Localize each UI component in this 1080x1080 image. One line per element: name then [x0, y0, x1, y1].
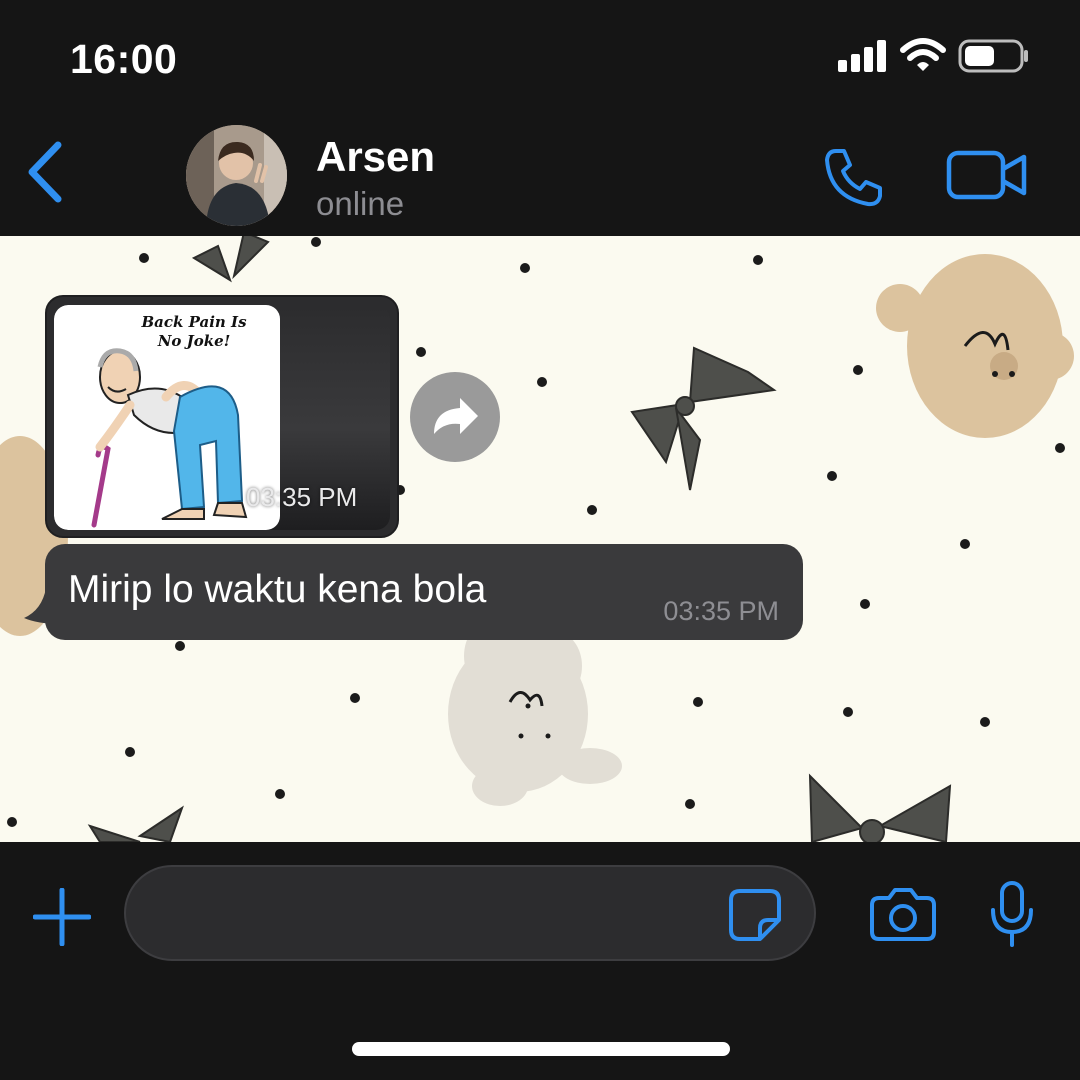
input-bar — [0, 842, 1080, 1080]
microphone-icon[interactable] — [988, 880, 1036, 948]
home-indicator[interactable] — [352, 1042, 730, 1056]
chat-header: Arsen online — [0, 115, 1080, 236]
status-bar: 16:00 — [0, 0, 1080, 115]
camera-icon[interactable] — [869, 886, 937, 942]
chat-area: Back Pain Is No Joke! 03:35 PM Mirip lo … — [0, 236, 1080, 842]
contact-name[interactable]: Arsen — [316, 133, 435, 181]
text-message-bubble[interactable]: Mirip lo waktu kena bola 03:35 PM — [45, 544, 803, 640]
plus-icon[interactable] — [33, 888, 91, 946]
avatar[interactable] — [186, 125, 287, 226]
image-message[interactable]: Back Pain Is No Joke! 03:35 PM — [54, 305, 390, 530]
message-input[interactable] — [124, 865, 816, 961]
phone-icon[interactable] — [822, 145, 888, 209]
image-message-time: 03:35 PM — [246, 482, 358, 512]
forward-button[interactable] — [410, 372, 500, 462]
status-time: 16:00 — [70, 36, 178, 82]
sticker-icon[interactable] — [728, 888, 782, 942]
wifi-icon — [900, 38, 946, 71]
message-text: Mirip lo waktu kena bola — [68, 568, 487, 611]
contact-status: online — [316, 185, 405, 222]
battery-icon — [958, 39, 1028, 73]
video-camera-icon[interactable] — [946, 149, 1028, 201]
back-button[interactable] — [22, 137, 72, 207]
image-message-bubble[interactable]: Back Pain Is No Joke! 03:35 PM — [45, 295, 399, 538]
signal-icon — [838, 40, 886, 72]
forward-arrow-icon — [434, 398, 478, 434]
message-time: 03:35 PM — [663, 596, 779, 626]
avatar-photo — [186, 125, 287, 226]
